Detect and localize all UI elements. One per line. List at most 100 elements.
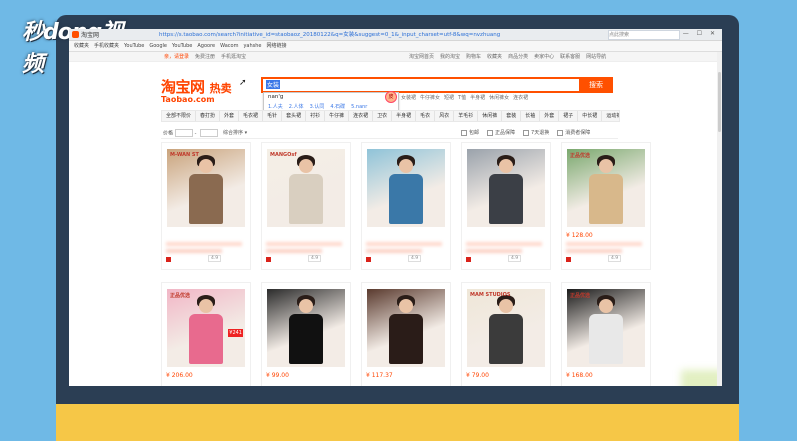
product-image[interactable]: 正品优选	[567, 149, 645, 227]
filter-checkbox[interactable]: 正品保障	[487, 129, 515, 136]
hot-word-link[interactable]: 短裙	[444, 95, 454, 101]
category-item[interactable]: 春打扮	[196, 111, 221, 121]
category-item[interactable]: 羊毛衫	[454, 111, 479, 121]
category-item[interactable]: 套头裙	[282, 111, 307, 121]
filter-checkbox[interactable]: 包邮	[461, 129, 479, 136]
browser-search-input[interactable]: 点此搜索	[608, 30, 680, 40]
product-card[interactable]: 4.9	[461, 142, 551, 270]
product-brand-label: MAM STUDIOS	[470, 292, 511, 298]
product-image[interactable]	[367, 149, 445, 227]
category-item[interactable]: 连衣裙	[349, 111, 374, 121]
product-image[interactable]: MAM STUDIOS	[467, 289, 545, 367]
product-brand-label: 正品优选	[170, 293, 191, 299]
ime-mascot-icon: 皮	[385, 91, 397, 103]
category-item[interactable]: 衬衫	[306, 111, 326, 121]
product-image[interactable]	[467, 149, 545, 227]
product-card[interactable]: MANGOsf 4.9	[261, 142, 351, 270]
category-item[interactable]: 裙子	[559, 111, 579, 121]
filter-checks: 包邮 正品保障 7天退换 消费者保障	[461, 129, 598, 136]
category-item[interactable]: 毛衣	[416, 111, 436, 121]
shop-rating: 4.9	[508, 255, 522, 262]
top-nav-link[interactable]: 手机逛淘宝	[221, 54, 246, 60]
product-card[interactable]: 正品优选 ¥ 128.00 4.9	[561, 142, 651, 270]
product-card[interactable]: ¥ 99.00	[261, 282, 351, 386]
price-filter[interactable]: 价格 -	[163, 129, 218, 137]
product-image[interactable]: 正品优选	[567, 289, 645, 367]
category-item[interactable]: 全部不限价	[162, 111, 197, 121]
hot-word-link[interactable]: 连衣裙	[513, 95, 528, 101]
category-item[interactable]: 风衣	[435, 111, 455, 121]
top-nav-link[interactable]: 卖家中心	[534, 54, 554, 60]
product-card[interactable]: 正品优选 ¥241 ¥ 206.00	[161, 282, 251, 386]
hot-word-link[interactable]: 牛仔裤女	[420, 95, 440, 101]
top-nav-link[interactable]: 收藏夹	[487, 54, 502, 60]
top-nav-link[interactable]: 商品分类	[508, 54, 528, 60]
category-item[interactable]: 长袖	[521, 111, 541, 121]
product-card[interactable]: M-WAN ST 4.9	[161, 142, 251, 270]
product-image[interactable]	[367, 289, 445, 367]
category-item[interactable]: 毛衣裙	[239, 111, 264, 121]
product-image[interactable]: MANGOsf	[267, 149, 345, 227]
product-brand-label: MANGOsf	[270, 152, 297, 158]
blurred-title	[566, 249, 622, 253]
shop-badge-icon	[466, 257, 471, 262]
product-image[interactable]: 正品优选 ¥241	[167, 289, 245, 367]
hot-word-link[interactable]: 女装裙	[401, 95, 416, 101]
top-nav-link[interactable]: 亲，请登录	[164, 54, 189, 60]
bookmark-item[interactable]: 网络链接	[267, 41, 287, 51]
product-card[interactable]: MAM STUDIOS ¥ 79.00	[461, 282, 551, 386]
hot-word-link[interactable]: 休闲裤女	[489, 95, 509, 101]
product-brand-label: M-WAN ST	[170, 152, 199, 158]
category-item[interactable]: 中长裙	[578, 111, 603, 121]
bookmark-item[interactable]: YouTube	[124, 41, 144, 51]
product-price: ¥ 99.00	[266, 372, 289, 379]
category-item[interactable]: 牛仔裤	[325, 111, 350, 121]
shop-rating: 4.9	[408, 255, 422, 262]
address-bar[interactable]: https://s.taobao.com/search?initiative_i…	[159, 30, 579, 38]
category-item[interactable]: 套装	[502, 111, 522, 121]
bookmark-item[interactable]: YouTube	[172, 41, 192, 51]
category-item[interactable]: 外套	[220, 111, 240, 121]
category-item[interactable]: 半身裙	[392, 111, 417, 121]
bookmark-item[interactable]: 手机收藏夹	[94, 41, 119, 51]
product-price: ¥ 206.00	[166, 372, 193, 379]
search-button[interactable]: 搜索	[579, 77, 613, 93]
category-item[interactable]: 运动裤	[602, 111, 619, 121]
sort-dropdown[interactable]: 综合排序 ▾	[223, 129, 247, 136]
hot-words: 女装裙 牛仔裤女 短裙 T恤 半身裙 休闲裤女 连衣裙	[401, 94, 532, 101]
taobao-logo[interactable]: 淘宝网 热卖 Taobao.com	[161, 76, 232, 104]
top-nav-link[interactable]: 我的淘宝	[440, 54, 460, 60]
tab-title[interactable]: 淘宝网	[81, 30, 99, 39]
bookmark-item[interactable]: Wacom	[220, 41, 238, 51]
top-nav-link[interactable]: 购物车	[466, 54, 481, 60]
filter-checkbox[interactable]: 消费者保障	[557, 129, 590, 136]
top-nav-link[interactable]: 免费注册	[195, 54, 215, 60]
category-item[interactable]: 卫衣	[373, 111, 393, 121]
product-image[interactable]: M-WAN ST	[167, 149, 245, 227]
bookmark-item[interactable]: Google	[149, 41, 167, 51]
product-card[interactable]: 4.9	[361, 142, 451, 270]
category-item[interactable]: 毛针	[263, 111, 283, 121]
product-image[interactable]	[267, 289, 345, 367]
blurred-title	[466, 249, 522, 253]
hot-word-link[interactable]: T恤	[458, 95, 466, 101]
site-top-nav: 亲，请登录 免费注册 手机逛淘宝 淘宝网首页 我的淘宝 购物车 收藏夹 商品分类 卖家中心 联系…	[69, 52, 722, 62]
filter-checkbox[interactable]: 7天退换	[523, 129, 549, 136]
bookmark-item[interactable]: Agoore	[197, 41, 215, 51]
bookmark-item[interactable]: yahshe	[243, 41, 261, 51]
top-nav-link[interactable]: 网站导航	[586, 54, 606, 60]
top-nav-link[interactable]: 联系客服	[560, 54, 580, 60]
browser-titlebar: 淘宝网 https://s.taobao.com/search?initiati…	[69, 29, 722, 41]
product-card[interactable]: 正品优选 ¥ 168.00	[561, 282, 651, 386]
top-nav-link[interactable]: 淘宝网首页	[409, 54, 434, 60]
product-price: ¥ 168.00	[566, 372, 593, 379]
category-item[interactable]: 外套	[540, 111, 560, 121]
product-price: ¥ 117.37	[366, 372, 393, 379]
hot-word-link[interactable]: 半身裙	[470, 95, 485, 101]
search-input[interactable]: 女装	[261, 77, 582, 93]
product-card[interactable]: ¥ 117.37	[361, 282, 451, 386]
bookmark-item[interactable]: 收藏夹	[74, 41, 89, 51]
page-scrollbar[interactable]	[717, 52, 722, 386]
category-item[interactable]: 休闲裤	[478, 111, 503, 121]
window-controls[interactable]: — ☐ ✕	[683, 30, 718, 37]
